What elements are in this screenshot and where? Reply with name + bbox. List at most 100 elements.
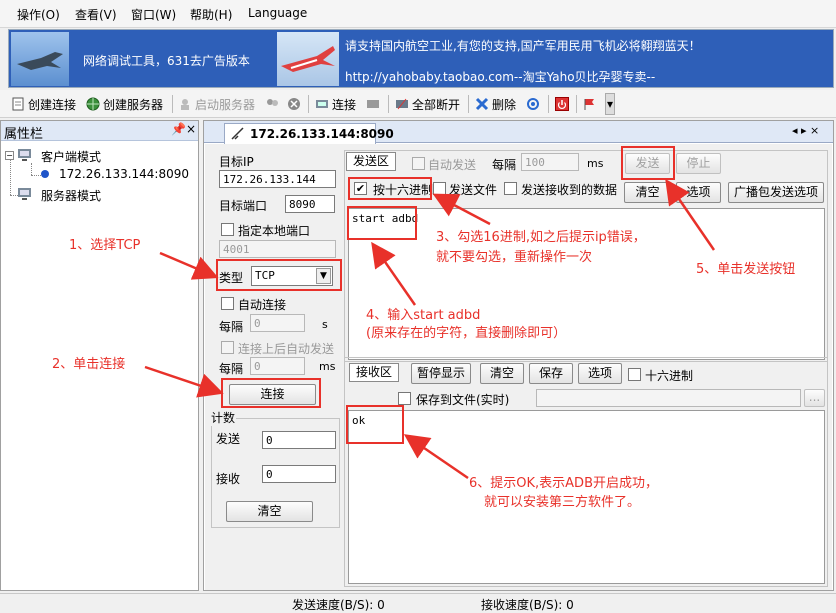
counter-group-label: 计数 xyxy=(210,409,237,426)
local-port-checkbox[interactable] xyxy=(221,223,234,236)
tree-connection-item[interactable]: 172.26.133.144:8090 xyxy=(59,167,189,181)
fighter-jet-image xyxy=(11,32,69,86)
send-area-tab: 发送区 xyxy=(346,152,396,171)
auto-send-label: 连接上后自动发送 xyxy=(238,342,335,356)
menu-help[interactable]: 帮助(H) xyxy=(190,6,232,23)
send-highlight-box xyxy=(621,146,675,180)
create-server-button[interactable]: 创建服务器 xyxy=(86,95,163,113)
connect-icon xyxy=(315,97,329,111)
tree-client-mode[interactable]: 客户端模式 xyxy=(41,148,101,165)
toolbar-overflow-chevron-icon[interactable]: ▾ xyxy=(605,93,615,115)
recv-speed: 接收速度(B/S): 0 xyxy=(481,598,574,612)
browse-button[interactable]: ... xyxy=(804,389,825,407)
power-icon[interactable] xyxy=(555,95,569,113)
menu-bar: 操作(O) 查看(V) 窗口(W) 帮助(H) Language xyxy=(0,0,836,28)
delete-button[interactable]: 删除 xyxy=(475,95,516,113)
recv-clear-button[interactable]: 清空 xyxy=(480,363,524,384)
server-mode-icon xyxy=(17,187,33,204)
menu-operate[interactable]: 操作(O) xyxy=(17,6,60,23)
ad-banner[interactable]: 网络调试工具，631去广告版本 请支持国内航空工业,有您的支持,国产军用民用飞机… xyxy=(8,29,834,88)
target-ip-label: 目标IP xyxy=(219,155,254,169)
stop-button[interactable]: 停止 xyxy=(676,153,721,174)
sidebar-pin-icon[interactable]: 📌 xyxy=(171,122,186,136)
create-connection-button[interactable]: 创建连接 xyxy=(11,95,76,113)
send-clear-button[interactable]: 清空 xyxy=(624,182,671,203)
disconnect-all-button[interactable]: 全部断开 xyxy=(395,95,460,113)
banner-right-line1: 请支持国内航空工业,有您的支持,国产军用民用飞机必将翱翔蓝天！ xyxy=(345,39,701,53)
send-received-label: 发送接收到的数据 xyxy=(521,183,618,197)
disconnect-all-icon xyxy=(395,97,409,111)
tab-nav-controls[interactable]: ◂ ▸ × xyxy=(792,124,819,137)
connect-toolbar-button[interactable]: 连接 xyxy=(315,95,356,113)
flag-icon[interactable] xyxy=(583,95,597,113)
connect-highlight-box xyxy=(221,378,321,408)
save-to-file-checkbox[interactable] xyxy=(398,392,411,405)
every-input[interactable] xyxy=(521,153,579,171)
recv-count-label: 接收 xyxy=(216,472,241,486)
hex-highlight-box xyxy=(348,177,432,200)
create-server-label: 创建服务器 xyxy=(103,97,164,112)
save-path-input[interactable] xyxy=(536,389,801,407)
status-bar: 发送速度(B/S): 0 接收速度(B/S): 0 xyxy=(0,593,836,612)
create-connection-label: 创建连接 xyxy=(28,97,77,112)
send-file-label: 发送文件 xyxy=(449,183,498,197)
auto-connect-checkbox[interactable] xyxy=(221,297,234,310)
ok-highlight-box xyxy=(346,405,404,444)
annotation-4-line2: (原来存在的字符，直接删除即可） xyxy=(366,326,567,341)
send-count-input[interactable] xyxy=(262,431,336,449)
document-tabbar: 172.26.133.144:8090 ◂ ▸ × xyxy=(204,121,833,144)
pause-display-button[interactable]: 暂停显示 xyxy=(411,363,471,384)
interval-label: 每隔 xyxy=(219,320,244,334)
send-speed: 发送速度(B/S): 0 xyxy=(292,598,385,612)
auto-send-area-checkbox[interactable] xyxy=(412,157,425,170)
send-count-label: 发送 xyxy=(216,432,241,446)
recv-hex-checkbox[interactable] xyxy=(628,368,641,381)
annotation-3-line2: 就不要勾选，重新操作一次 xyxy=(436,250,593,265)
connection-body: 目标IP 目标端口 指定本地端口 类型 TCP ▼ 自动连接 每隔 s 连接上后… xyxy=(205,144,832,590)
interval2-input[interactable] xyxy=(250,357,305,375)
sidebar-close-icon[interactable]: × xyxy=(186,122,196,136)
tree-collapse-icon[interactable]: − xyxy=(5,151,14,160)
recv-options-button[interactable]: 选项 xyxy=(578,363,622,384)
menu-window[interactable]: 窗口(W) xyxy=(131,6,176,23)
annotation-2: 2、单击连接 xyxy=(52,357,126,372)
auto-send-area-label: 自动发送 xyxy=(428,158,477,172)
annotation-6-line2: 就可以安装第三方软件了。 xyxy=(484,495,641,510)
sidebar-header: 属性栏 📌 × xyxy=(1,121,198,142)
send-file-checkbox[interactable] xyxy=(433,182,446,195)
recv-save-button[interactable]: 保存 xyxy=(529,363,573,384)
send-options-button[interactable]: 选项 xyxy=(676,182,721,203)
menu-view[interactable]: 查看(V) xyxy=(75,6,117,23)
users-icon[interactable] xyxy=(265,95,279,113)
annotation-4-line1: 4、输入start adbd xyxy=(366,308,481,323)
connection-dot-icon xyxy=(41,170,49,178)
target-port-input[interactable] xyxy=(285,195,335,213)
recv-hex-label: 十六进制 xyxy=(645,369,694,383)
local-port-input[interactable] xyxy=(219,240,336,258)
start-server-button[interactable]: 启动服务器 xyxy=(178,95,255,113)
interval2-unit: ms xyxy=(319,360,336,373)
recv-count-input[interactable] xyxy=(262,465,336,483)
airliner-image xyxy=(277,32,339,86)
type-highlight-box xyxy=(216,259,342,291)
settings-icon[interactable] xyxy=(526,95,540,113)
disconnect-icon[interactable] xyxy=(366,95,380,113)
send-received-checkbox[interactable] xyxy=(504,182,517,195)
stop-circle-icon[interactable] xyxy=(287,95,301,113)
banner-right-line2[interactable]: http://yahobaby.taobao.com--淘宝Yaho贝比孕婴专卖… xyxy=(345,68,655,85)
banner-left-text: 网络调试工具，631去广告版本 xyxy=(83,54,250,68)
delete-x-icon xyxy=(475,97,489,111)
clear-count-button[interactable]: 清空 xyxy=(226,501,313,522)
auto-send-checkbox[interactable] xyxy=(221,341,234,354)
save-to-file-label: 保存到文件(实时) xyxy=(416,393,510,407)
connection-tab[interactable]: 172.26.133.144:8090 xyxy=(224,123,394,144)
local-port-label: 指定本地端口 xyxy=(238,224,311,238)
menu-language[interactable]: Language xyxy=(248,6,307,20)
toolbar: 创建连接 创建服务器 启动服务器 连接 全部断开 删除 ▾ xyxy=(0,90,836,118)
interval-input[interactable] xyxy=(250,314,305,332)
tree-server-mode[interactable]: 服务器模式 xyxy=(41,187,101,204)
target-ip-input[interactable] xyxy=(219,170,336,188)
broadcast-options-button[interactable]: 广播包发送选项 xyxy=(728,182,824,203)
sidebar-title: 属性栏 xyxy=(4,127,44,142)
start-server-label: 启动服务器 xyxy=(195,97,256,112)
